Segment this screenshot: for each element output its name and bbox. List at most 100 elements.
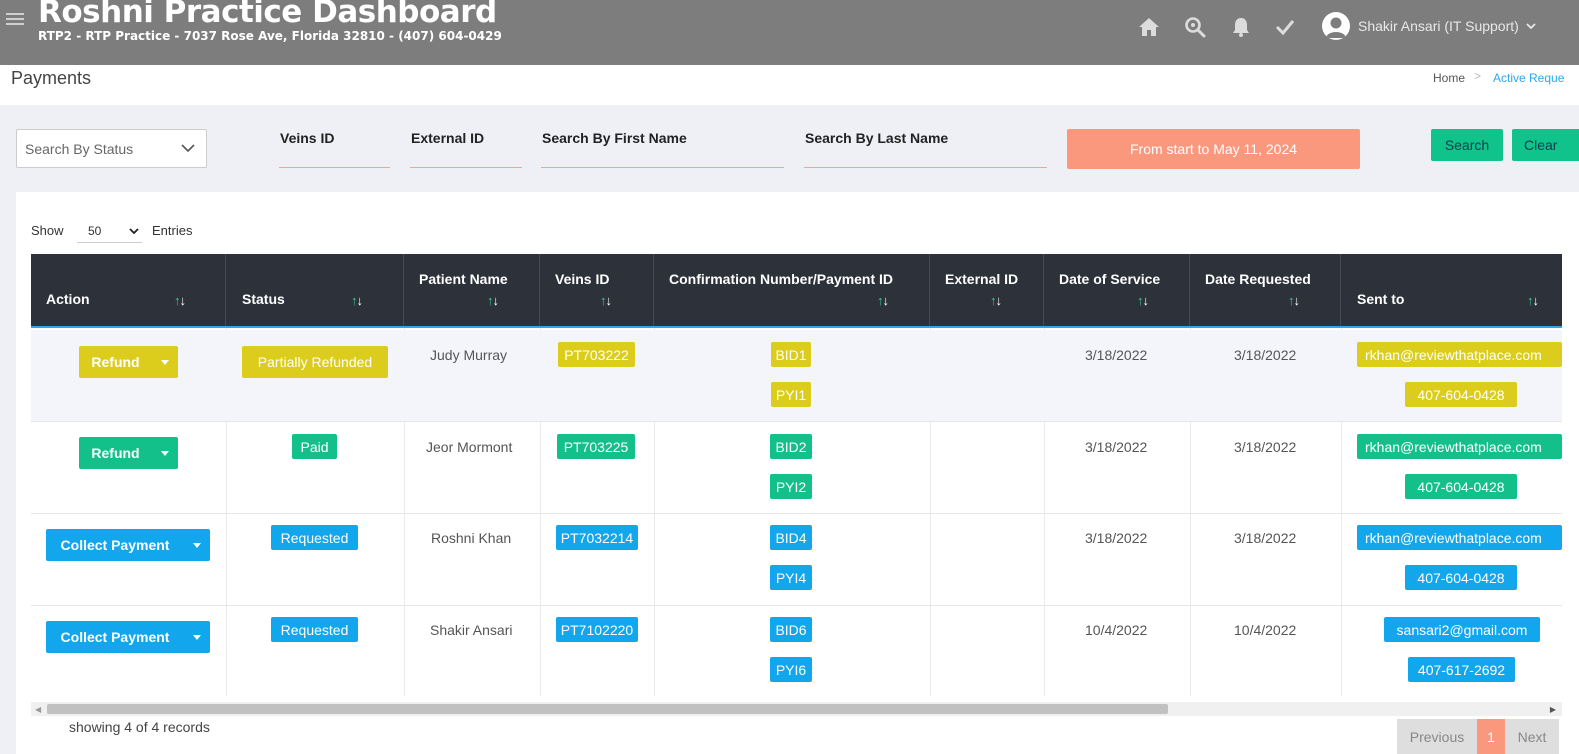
patient-name: Shakir Ansari: [430, 622, 513, 638]
phone-badge[interactable]: 407-617-2692: [1408, 657, 1515, 682]
sort-icon[interactable]: ↑↓: [487, 293, 499, 308]
status-select[interactable]: Search By Status: [16, 129, 207, 168]
first-name-input[interactable]: [541, 167, 784, 168]
menu-icon[interactable]: [6, 10, 24, 28]
payment-id-badge: PYI2: [770, 474, 812, 499]
next-page-button[interactable]: Next: [1505, 719, 1559, 754]
status-badge: Requested: [271, 617, 358, 642]
veins-id-badge[interactable]: PT703222: [558, 342, 635, 367]
search-icon[interactable]: [1183, 15, 1207, 39]
refund-button[interactable]: Refund: [79, 437, 178, 469]
breadcrumb-active: Active Reque: [1493, 71, 1565, 85]
column-header-veins-id[interactable]: Veins ID ↑↓: [540, 254, 654, 326]
page-number-button[interactable]: 1: [1477, 719, 1505, 754]
column-header-sent-to[interactable]: Sent to ↑↓: [1341, 254, 1562, 326]
bid-badge: BID6: [770, 617, 812, 642]
page-title: Payments: [11, 68, 92, 88]
veins-id-badge[interactable]: PT7102220: [556, 617, 638, 642]
veins-id-input[interactable]: [279, 167, 390, 168]
payment-id-badge: PYI6: [770, 657, 812, 682]
column-header-date-of-service[interactable]: Date of Service ↑↓: [1044, 254, 1190, 326]
bid-badge: BID2: [770, 434, 812, 459]
caret-down-icon[interactable]: [184, 529, 210, 561]
sort-icon[interactable]: ↑↓: [990, 293, 1002, 308]
phone-badge[interactable]: 407-604-0428: [1405, 565, 1517, 590]
external-id-input[interactable]: [410, 167, 522, 168]
breadcrumb-home[interactable]: Home: [1433, 71, 1465, 85]
email-badge[interactable]: rkhan@reviewthatplace.com: [1357, 342, 1562, 367]
scroll-left-icon[interactable]: ◀: [35, 705, 41, 714]
chevron-down-icon: [129, 228, 139, 235]
sort-icon[interactable]: ↑↓: [600, 293, 612, 308]
date-of-service: 10/4/2022: [1085, 622, 1148, 638]
status-badge: Partially Refunded: [242, 346, 388, 378]
date-of-service: 3/18/2022: [1085, 347, 1148, 363]
sort-icon[interactable]: ↑↓: [877, 293, 889, 308]
caret-down-icon[interactable]: [152, 346, 178, 378]
scroll-right-icon[interactable]: ▶: [1550, 705, 1556, 714]
search-button[interactable]: Search: [1431, 129, 1503, 161]
payment-id-badge: PYI4: [770, 565, 812, 590]
phone-badge[interactable]: 407-604-0428: [1405, 474, 1517, 499]
pagination: Previous 1 Next: [1397, 719, 1559, 754]
veins-id-label: Veins ID: [280, 130, 335, 146]
first-name-label: Search By First Name: [542, 130, 687, 146]
bell-icon[interactable]: [1229, 15, 1253, 39]
phone-badge[interactable]: 407-604-0428: [1405, 382, 1517, 407]
column-header-external-id[interactable]: External ID ↑↓: [930, 254, 1044, 326]
email-badge[interactable]: rkhan@reviewthatplace.com: [1357, 525, 1562, 550]
horizontal-scrollbar[interactable]: ◀ ▶: [31, 702, 1562, 716]
email-badge[interactable]: rkhan@reviewthatplace.com: [1357, 434, 1562, 459]
date-of-service: 3/18/2022: [1085, 530, 1148, 546]
page-heading-bar: Payments Home > Active Reque: [0, 65, 1579, 105]
sort-icon[interactable]: ↑↓: [1137, 293, 1149, 308]
show-label: Show: [31, 223, 64, 238]
table-row: Collect Payment Requested Roshni Khan PT…: [31, 514, 1562, 606]
last-name-input[interactable]: [804, 167, 1047, 168]
collect-payment-button[interactable]: Collect Payment: [46, 529, 210, 561]
sort-icon[interactable]: ↑↓: [174, 293, 186, 308]
records-count: showing 4 of 4 records: [69, 719, 210, 735]
date-range-button[interactable]: From start to May 11, 2024: [1067, 129, 1360, 169]
status-badge: Paid: [292, 434, 337, 459]
veins-id-badge[interactable]: PT703225: [557, 434, 635, 459]
table-row: Refund Partially Refunded Judy Murray PT…: [31, 330, 1562, 422]
chevron-down-icon: [1526, 23, 1536, 30]
practice-address: RTP2 - RTP Practice - 7037 Rose Ave, Flo…: [38, 29, 502, 43]
veins-id-badge[interactable]: PT7032214: [556, 525, 638, 550]
page-size-value: 50: [88, 224, 102, 238]
external-id-label: External ID: [411, 130, 485, 146]
sort-icon[interactable]: ↑↓: [1527, 293, 1539, 308]
patient-name: Jeor Mormont: [426, 439, 513, 455]
column-header-action[interactable]: Action ↑↓: [31, 254, 226, 326]
app-title: Roshni Practice Dashboard: [38, 0, 497, 30]
column-header-confirmation[interactable]: Confirmation Number/Payment ID ↑↓: [654, 254, 930, 326]
date-requested: 3/18/2022: [1234, 347, 1297, 363]
email-badge[interactable]: sansari2@gmail.com: [1384, 617, 1540, 642]
clear-button[interactable]: Clear: [1512, 129, 1579, 161]
user-icon: [1326, 17, 1346, 38]
table-header: Action ↑↓ Status ↑↓ Patient Name ↑↓ Vein…: [31, 254, 1562, 328]
user-name: Shakir Ansari (IT Support): [1358, 18, 1519, 34]
refund-button[interactable]: Refund: [79, 346, 178, 378]
column-header-date-requested[interactable]: Date Requested ↑↓: [1190, 254, 1341, 326]
collect-payment-button[interactable]: Collect Payment: [46, 621, 210, 653]
home-icon[interactable]: [1137, 15, 1161, 39]
caret-down-icon[interactable]: [184, 621, 210, 653]
bid-badge: BID4: [770, 525, 812, 550]
patient-name: Roshni Khan: [431, 530, 512, 546]
date-of-service: 3/18/2022: [1085, 439, 1148, 455]
scrollbar-thumb[interactable]: [47, 704, 1168, 714]
date-requested: 10/4/2022: [1234, 622, 1297, 638]
caret-down-icon[interactable]: [152, 437, 178, 469]
status-badge: Requested: [271, 525, 358, 550]
sort-icon[interactable]: ↑↓: [1288, 293, 1300, 308]
previous-page-button[interactable]: Previous: [1397, 719, 1477, 754]
column-header-status[interactable]: Status ↑↓: [226, 254, 404, 326]
breadcrumb-separator: >: [1474, 69, 1482, 83]
sort-icon[interactable]: ↑↓: [351, 293, 363, 308]
page-size-select[interactable]: 50: [77, 219, 142, 243]
column-header-patient-name[interactable]: Patient Name ↑↓: [404, 254, 540, 326]
user-menu[interactable]: Shakir Ansari (IT Support): [1322, 12, 1537, 40]
check-icon[interactable]: [1273, 15, 1297, 39]
